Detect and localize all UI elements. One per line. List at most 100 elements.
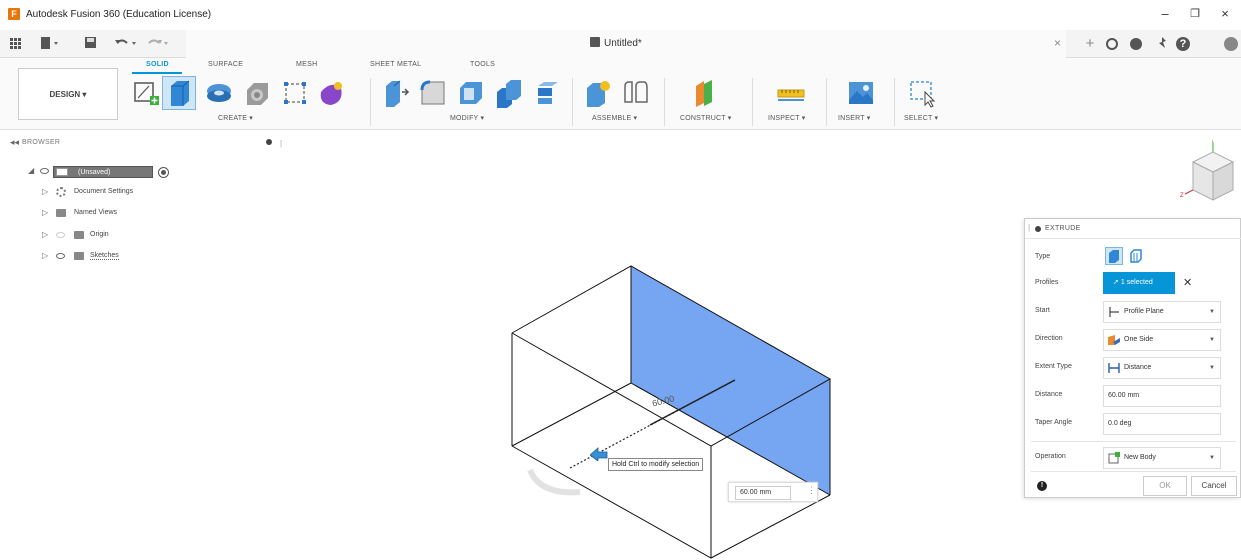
extrude-type-solid-icon[interactable] xyxy=(1105,247,1123,265)
assemble-group-label[interactable]: ASSEMBLE ▾ xyxy=(592,114,637,122)
data-panel-grid-icon[interactable] xyxy=(10,38,22,50)
extrude-dialog: | EXTRUDE Type Profiles ➚ 1 selected ✕ St… xyxy=(1024,218,1241,498)
ok-button[interactable]: OK xyxy=(1143,476,1187,496)
folder-icon xyxy=(74,231,84,239)
toolbar-ribbon: DESIGN ▾ SOLID SURFACE MESH SHEET METAL … xyxy=(0,58,1241,130)
save-icon[interactable] xyxy=(84,36,98,52)
activate-component-radio-icon[interactable] xyxy=(158,167,169,178)
extrude-icon[interactable] xyxy=(162,76,196,110)
collapse-triangle-icon[interactable]: ◢ xyxy=(28,166,34,175)
visibility-eye-icon[interactable] xyxy=(56,253,65,259)
pin-dialog-icon[interactable] xyxy=(1035,226,1041,232)
document-tab[interactable]: Untitled* × xyxy=(186,30,1066,58)
expand-triangle-icon[interactable]: ▷ xyxy=(42,251,48,260)
construct-group-label[interactable]: CONSTRUCT ▾ xyxy=(680,114,731,122)
root-component-label[interactable]: (Unsaved) xyxy=(53,166,153,178)
visibility-eye-icon[interactable] xyxy=(40,168,49,174)
operation-dropdown[interactable]: New Body ▼ xyxy=(1103,447,1221,469)
visibility-eye-icon[interactable] xyxy=(56,232,65,238)
expand-triangle-icon[interactable]: ▷ xyxy=(42,230,48,239)
collapse-browser-icon[interactable]: ◂◂ xyxy=(10,137,19,148)
extrude-type-thin-icon[interactable] xyxy=(1129,249,1143,265)
create-sketch-icon[interactable] xyxy=(132,78,162,108)
insert-group-label[interactable]: INSERT ▾ xyxy=(838,114,870,122)
extrude-dialog-header[interactable]: | EXTRUDE xyxy=(1025,219,1241,239)
workspace-switcher-button[interactable]: DESIGN ▾ xyxy=(18,68,118,120)
loft-icon[interactable] xyxy=(280,78,310,108)
component-icon xyxy=(56,168,68,176)
tab-mesh[interactable]: MESH xyxy=(296,61,317,68)
dialog-divider xyxy=(1031,471,1236,472)
help-button[interactable]: ? xyxy=(1176,37,1190,51)
extrude-arrow-handle-icon[interactable] xyxy=(589,447,608,462)
tab-tools[interactable]: TOOLS xyxy=(470,61,495,68)
window-select-icon[interactable] xyxy=(908,78,938,108)
fillet-icon[interactable] xyxy=(418,78,448,108)
direction-dropdown[interactable]: One Side ▼ xyxy=(1103,329,1221,351)
user-avatar[interactable] xyxy=(1224,37,1238,51)
expand-triangle-icon[interactable]: ▷ xyxy=(42,208,48,217)
notifications-icon[interactable] xyxy=(1154,36,1170,52)
close-tab-button[interactable]: × xyxy=(1054,36,1061,50)
close-window-button[interactable]: × xyxy=(1210,4,1240,24)
redo-icon[interactable] xyxy=(146,36,174,52)
new-tab-button[interactable]: + xyxy=(1082,36,1098,52)
tab-surface[interactable]: SURFACE xyxy=(208,61,243,68)
folder-icon xyxy=(74,252,84,260)
window-title: Autodesk Fusion 360 (Education License) xyxy=(26,9,212,20)
browser-item-document-settings[interactable]: ▷ Document Settings xyxy=(42,186,202,200)
box-wireframe xyxy=(511,265,832,559)
clear-selection-button[interactable]: ✕ xyxy=(1183,276,1192,289)
new-component-icon[interactable] xyxy=(584,78,614,108)
job-status-icon[interactable] xyxy=(1130,38,1142,50)
modify-group-label[interactable]: MODIFY ▾ xyxy=(450,114,484,122)
minimize-button[interactable]: – xyxy=(1150,4,1180,24)
offset-face-icon[interactable] xyxy=(532,78,562,108)
shell-icon[interactable] xyxy=(456,78,486,108)
browser-item-origin[interactable]: ▷ Origin xyxy=(42,229,202,243)
tab-sheet-metal[interactable]: SHEET METAL xyxy=(370,61,421,68)
browser-item-named-views[interactable]: ▷ Named Views xyxy=(42,207,202,221)
fusion-app-icon: F xyxy=(8,8,20,20)
info-icon[interactable]: ! xyxy=(1037,481,1047,491)
operation-label: Operation xyxy=(1035,453,1066,460)
browser-resize-handle[interactable]: | xyxy=(280,139,282,148)
profile-plane-icon xyxy=(1107,305,1121,319)
tab-solid[interactable]: SOLID xyxy=(146,61,169,68)
browser-item-sketches[interactable]: ▷ Sketches xyxy=(42,250,202,264)
browser-title: BROWSER xyxy=(22,139,61,146)
measure-icon[interactable] xyxy=(776,78,806,108)
select-group-label[interactable]: SELECT ▾ xyxy=(904,114,938,122)
joint-icon[interactable] xyxy=(620,78,650,108)
drag-handle-icon[interactable]: | xyxy=(1028,223,1030,232)
offset-plane-icon[interactable] xyxy=(690,78,720,108)
profiles-selection-button[interactable]: ➚ 1 selected xyxy=(1103,272,1175,294)
combine-icon[interactable] xyxy=(494,78,524,108)
quick-access-bar: Untitled* × + ? xyxy=(0,30,1241,58)
extent-type-dropdown[interactable]: Distance ▼ xyxy=(1103,357,1221,379)
press-pull-icon[interactable] xyxy=(380,78,410,108)
undo-icon[interactable] xyxy=(114,36,142,52)
distance-label: Distance xyxy=(1035,391,1063,398)
maximize-button[interactable]: ❐ xyxy=(1180,4,1210,24)
form-icon[interactable] xyxy=(316,78,346,108)
revolve-icon[interactable] xyxy=(204,78,234,108)
expand-triangle-icon[interactable]: ▷ xyxy=(42,187,48,196)
sweep-icon[interactable] xyxy=(242,78,272,108)
taper-angle-field[interactable]: 0.0 deg xyxy=(1103,413,1221,435)
viewcube[interactable]: Z Y xyxy=(1175,138,1241,210)
distance-input-field[interactable]: 60.00 mm xyxy=(735,486,791,500)
drag-grip-icon[interactable]: ⋮ xyxy=(807,485,816,496)
inspect-group-label[interactable]: INSPECT ▾ xyxy=(768,114,805,122)
hint-tooltip: Hold Ctrl to modify selection xyxy=(608,458,704,471)
cancel-button[interactable]: Cancel xyxy=(1191,476,1237,496)
create-group-label[interactable]: CREATE ▾ xyxy=(218,114,253,122)
insert-image-icon[interactable] xyxy=(846,78,876,108)
start-dropdown[interactable]: Profile Plane ▼ xyxy=(1103,301,1221,323)
extensions-icon[interactable] xyxy=(1106,38,1118,50)
distance-field[interactable]: 60.00 mm xyxy=(1103,385,1221,407)
browser-pin-icon[interactable] xyxy=(266,139,272,145)
distance-extent-icon xyxy=(1107,361,1121,375)
file-menu-icon[interactable] xyxy=(40,36,62,52)
type-selector xyxy=(1103,247,1163,269)
